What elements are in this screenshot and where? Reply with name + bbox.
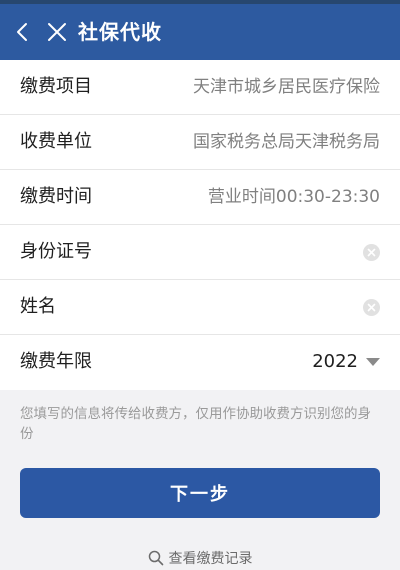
view-payment-records-link[interactable]: 查看缴费记录 [0,548,400,568]
row-payment-year: 缴费年限 2022 [0,335,400,390]
payment-item-label: 缴费项目 [20,76,92,97]
name-label: 姓名 [20,296,56,317]
payment-year-value: 2022 [312,351,358,372]
id-number-input[interactable] [120,237,356,267]
payment-time-label: 缴费时间 [20,186,92,207]
payment-item-value: 天津市城乡居民医疗保险 [193,77,380,97]
charging-unit-value: 国家税务总局天津税务局 [193,132,380,152]
payment-form: 缴费项目 天津市城乡居民医疗保险 收费单位 国家税务总局天津税务局 缴费时间 营… [0,60,400,390]
search-icon [148,550,163,566]
caret-down-icon [366,358,380,366]
top-bar: 社保代收 [0,0,400,60]
name-input[interactable] [120,292,356,322]
row-charging-unit: 收费单位 国家税务总局天津税务局 [0,115,400,170]
row-id-number[interactable]: 身份证号 [0,225,400,280]
row-name[interactable]: 姓名 [0,280,400,335]
payment-year-label: 缴费年限 [20,351,92,372]
payment-time-value: 营业时间00:30-23:30 [207,187,380,207]
clear-name-icon[interactable] [363,299,380,316]
privacy-notice: 您填写的信息将传给收费方，仅用作协助收费方识别您的身份 [20,406,371,442]
row-payment-item: 缴费项目 天津市城乡居民医疗保险 [0,60,400,115]
row-payment-time: 缴费时间 营业时间00:30-23:30 [0,170,400,225]
view-payment-records-label: 查看缴费记录 [168,551,253,567]
back-arrow-icon[interactable] [12,21,34,43]
close-icon[interactable] [46,21,68,43]
id-number-label: 身份证号 [20,241,92,262]
charging-unit-label: 收费单位 [20,131,92,152]
page-title: 社保代收 [78,20,162,44]
payment-year-select[interactable]: 2022 [312,347,380,377]
clear-id-number-icon[interactable] [363,244,380,261]
next-step-button[interactable]: 下一步 [20,468,380,518]
